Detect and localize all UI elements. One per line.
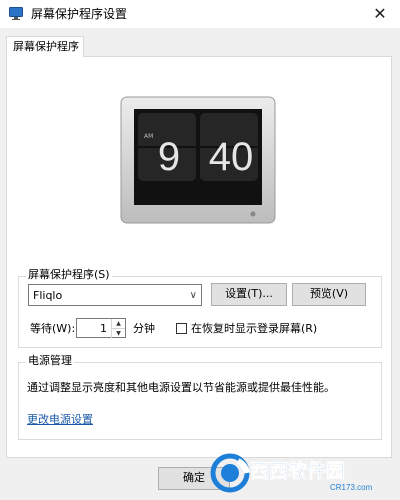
power-description: 通过调整显示亮度和其他电源设置以节省能源或提供最佳性能。 (27, 381, 335, 394)
screensaver-group-title: 屏幕保护程序(S) (26, 268, 112, 281)
wait-minutes-value: 1 (100, 322, 107, 335)
wait-minutes-spinner[interactable]: 1 ▲ ▼ (76, 318, 126, 338)
site-watermark: 西西软件园 CR173.com (210, 453, 390, 493)
clock-minute: 40 (208, 135, 254, 179)
chevron-down-icon: ∨ (189, 290, 197, 301)
svg-text:CR173.com: CR173.com (330, 483, 373, 492)
change-power-settings-link[interactable]: 更改电源设置 (27, 413, 93, 426)
screensaver-select-value: Fliqlo (33, 289, 63, 302)
clock-hour: 9 (157, 135, 181, 179)
tab-screensaver[interactable]: 屏幕保护程序 (6, 36, 84, 57)
power-group-title: 电源管理 (26, 354, 74, 367)
close-button[interactable]: ✕ (360, 0, 400, 28)
resume-login-label[interactable]: 在恢复时显示登录屏幕(R) (191, 322, 317, 335)
power-management-group (18, 362, 382, 440)
screensaver-select[interactable]: Fliqlo ∨ (28, 284, 202, 306)
svg-text:西西软件园: 西西软件园 (250, 459, 345, 482)
minutes-label: 分钟 (133, 322, 155, 335)
title-bar: 屏幕保护程序设置 ✕ (0, 0, 400, 28)
window-title: 屏幕保护程序设置 (31, 7, 128, 21)
settings-button[interactable]: 设置(T)... (211, 283, 287, 306)
resume-login-checkbox[interactable] (176, 323, 187, 334)
spin-down-icon[interactable]: ▼ (111, 328, 125, 338)
preview-button[interactable]: 预览(V) (292, 283, 366, 306)
tab-label: 屏幕保护程序 (13, 40, 79, 53)
wait-label: 等待(W): (30, 322, 76, 335)
spin-up-icon[interactable]: ▲ (111, 319, 125, 328)
screensaver-app-icon (9, 7, 23, 20)
